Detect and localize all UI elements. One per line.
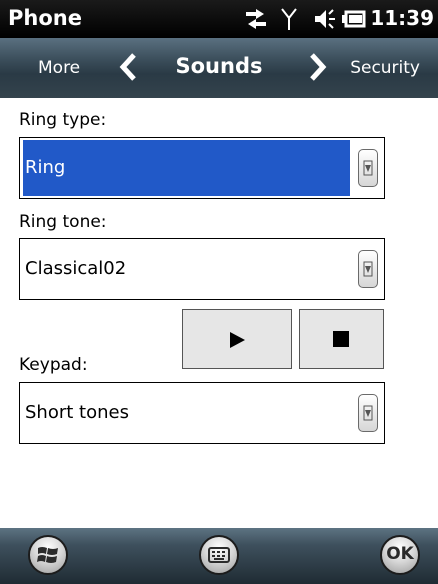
- keypad-value: Short tones: [25, 402, 129, 423]
- windows-logo-icon: [37, 547, 58, 563]
- dropdown-arrow-icon[interactable]: [358, 394, 378, 432]
- clock[interactable]: 11:39: [370, 6, 434, 30]
- ring-type-label: Ring type:: [19, 110, 107, 130]
- play-icon: [230, 332, 245, 348]
- keyboard-button[interactable]: [199, 535, 239, 575]
- navigation-bar: More Sounds Security: [0, 38, 438, 98]
- ring-tone-value: Classical02: [25, 258, 127, 279]
- ring-tone-select[interactable]: Classical02: [19, 238, 385, 300]
- bottom-bar: OK: [0, 528, 438, 584]
- play-button[interactable]: [182, 309, 292, 369]
- stop-button[interactable]: [299, 309, 384, 369]
- ok-button[interactable]: OK: [380, 535, 420, 575]
- volume-icon: [312, 6, 338, 36]
- chevron-right-icon[interactable]: [306, 52, 328, 86]
- status-bar: Phone 11:39: [0, 0, 438, 38]
- stop-icon: [333, 331, 349, 347]
- keyboard-icon: [208, 547, 230, 563]
- keypad-select[interactable]: Short tones: [19, 382, 385, 444]
- nav-next-link[interactable]: Security: [350, 58, 420, 78]
- ok-label: OK: [386, 544, 414, 564]
- dropdown-arrow-icon[interactable]: [358, 250, 378, 288]
- ring-tone-label: Ring tone:: [19, 212, 107, 232]
- dropdown-arrow-icon[interactable]: [358, 149, 378, 187]
- app-title: Phone: [8, 6, 82, 30]
- battery-icon: [340, 6, 366, 36]
- keypad-label: Keypad:: [19, 355, 88, 375]
- signal-icon: [280, 6, 298, 36]
- start-button[interactable]: [28, 535, 68, 575]
- ring-type-select[interactable]: Ring: [19, 137, 385, 199]
- data-connection-icon: [242, 6, 270, 36]
- ring-type-value: Ring: [23, 140, 350, 196]
